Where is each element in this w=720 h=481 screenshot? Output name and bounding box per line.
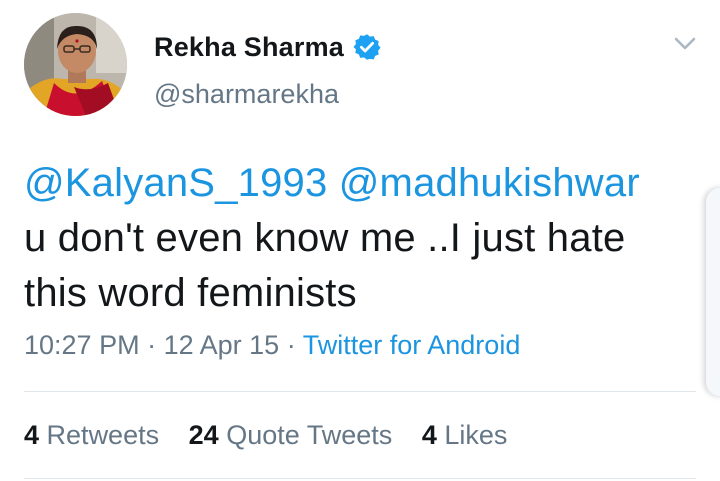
likes-count: 4 xyxy=(421,420,437,450)
tweet-meta: 10:27 PM · 12 Apr 15 · Twitter for Andro… xyxy=(24,330,520,361)
tweet-card: Rekha Sharma @sharmarekha @KalyanS_1993 … xyxy=(0,0,720,481)
tweet-text: @KalyanS_1993 @madhukishwar u don't even… xyxy=(24,156,714,321)
mention-link[interactable]: @madhukishwar xyxy=(339,161,640,205)
retweets-label: Retweets xyxy=(46,420,160,450)
author-handle[interactable]: @sharmarekha xyxy=(154,79,339,110)
author-name-row: Rekha Sharma xyxy=(154,27,382,67)
retweets-count: 4 xyxy=(24,420,40,450)
quote-tweets-label: Quote Tweets xyxy=(226,420,393,450)
tweet-time[interactable]: 10:27 PM xyxy=(24,330,140,360)
tweet-text-line-2: u don't even know me ..I just hate xyxy=(24,216,626,260)
tweet-source-link[interactable]: Twitter for Android xyxy=(303,330,521,360)
author-display-name[interactable]: Rekha Sharma xyxy=(154,32,344,63)
divider xyxy=(24,478,696,479)
overlay-panel-edge xyxy=(706,188,720,396)
quote-tweets-stat[interactable]: 24 Quote Tweets xyxy=(189,420,393,450)
quote-tweets-count: 24 xyxy=(188,420,219,450)
tweet-date[interactable]: 12 Apr 15 xyxy=(164,330,280,360)
meta-separator: · xyxy=(286,330,296,360)
divider xyxy=(24,391,696,392)
likes-label: Likes xyxy=(444,420,508,450)
mention-link[interactable]: @KalyanS_1993 xyxy=(24,161,327,205)
tweet-stats: 4 Retweets 24 Quote Tweets 4 Likes xyxy=(24,420,529,451)
avatar[interactable] xyxy=(24,13,127,116)
tweet-text-line-1: @KalyanS_1993 @madhukishwar xyxy=(24,156,714,211)
avatar-photo xyxy=(24,13,127,116)
verified-badge-icon xyxy=(352,32,382,62)
tweet-text-line-3: this word feminists xyxy=(24,271,357,315)
chevron-down-icon[interactable] xyxy=(672,34,698,54)
retweets-stat[interactable]: 4 Retweets xyxy=(24,420,159,450)
meta-separator: · xyxy=(147,330,157,360)
likes-stat[interactable]: 4 Likes xyxy=(422,420,508,450)
